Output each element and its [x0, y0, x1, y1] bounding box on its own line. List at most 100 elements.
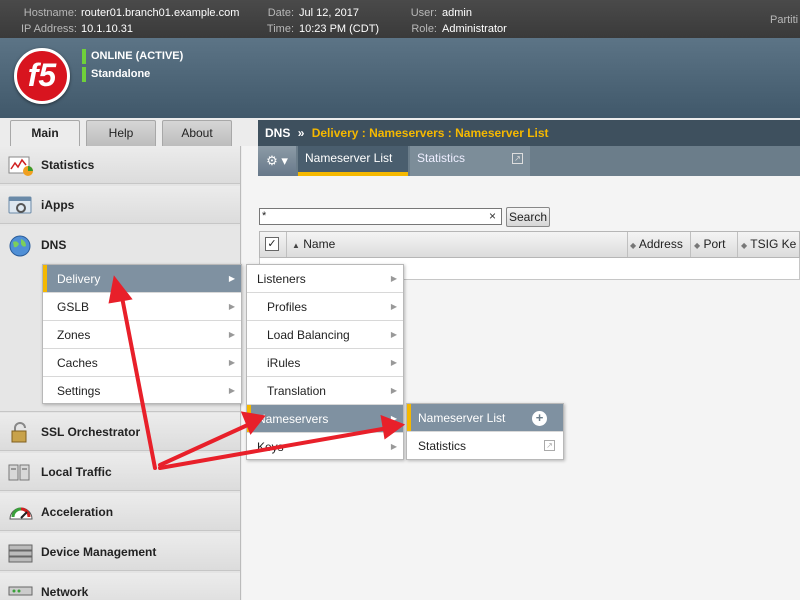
- column-address-label: Address: [638, 237, 683, 251]
- menu-item-label: Nameserver List: [418, 411, 506, 425]
- menu-item-label: Caches: [57, 356, 98, 370]
- sort-icon: ◆: [694, 241, 701, 250]
- select-all-cell: ✓: [260, 232, 287, 257]
- sync-status[interactable]: Standalone: [82, 67, 150, 82]
- time-label: Time:: [266, 23, 294, 35]
- sidebar-item-label: SSL Orchestrator: [41, 425, 141, 439]
- sidebar-item-label: iApps: [41, 198, 75, 212]
- tab-statistics[interactable]: Statistics ↗: [410, 146, 530, 176]
- chevron-right-icon: ▶: [228, 330, 235, 339]
- delivery-submenu: Listeners ▶ Profiles ▶ Load Balancing ▶ iRu…: [246, 264, 404, 460]
- menu-item-zones[interactable]: Zones ▶: [43, 321, 241, 349]
- sidebar-item-network[interactable]: Network: [0, 573, 240, 600]
- external-link-icon: ↗: [544, 440, 555, 451]
- menu-item-label: Translation: [267, 384, 326, 398]
- chevron-right-icon: ▶: [390, 302, 397, 311]
- menu-item-listeners[interactable]: Listeners ▶: [247, 265, 403, 293]
- sort-icon: ◆: [630, 241, 637, 250]
- menu-item-label: Listeners: [257, 272, 306, 286]
- device-icon: [8, 541, 33, 563]
- role-value: Administrator: [442, 23, 507, 35]
- menu-item-caches[interactable]: Caches ▶: [43, 349, 241, 377]
- tab-main[interactable]: Main: [10, 120, 80, 146]
- sidebar-item-label: Device Management: [41, 545, 157, 559]
- sidebar-item-label: Local Traffic: [41, 465, 112, 479]
- menu-item-profiles[interactable]: Profiles ▶: [247, 293, 403, 321]
- column-address[interactable]: ◆ Address: [628, 232, 691, 257]
- tab-about[interactable]: About: [162, 120, 232, 146]
- sidebar-item-device-management[interactable]: Device Management: [0, 533, 240, 571]
- sort-ascending-icon: ▲: [292, 241, 300, 250]
- chevron-right-icon: ▶: [390, 274, 397, 283]
- sidebar-item-local-traffic[interactable]: Local Traffic: [0, 453, 240, 491]
- menu-item-keys[interactable]: Keys ▶: [247, 433, 403, 461]
- chevron-right-icon: ▶: [228, 358, 235, 367]
- system-info-bar: Hostname: IP Address: router01.branch01.…: [0, 0, 800, 38]
- breadcrumb-path[interactable]: Delivery : Nameservers : Nameserver List: [312, 126, 549, 140]
- hostname-value: router01.branch01.example.com: [81, 7, 240, 19]
- network-icon: [8, 581, 33, 600]
- iapps-icon: [8, 194, 32, 216]
- table-header: ✓ ▲ Name ◆ Address ◆ Port ◆ TSIG Ke: [259, 231, 800, 258]
- search-button[interactable]: Search: [506, 207, 550, 227]
- tab-help[interactable]: Help: [86, 120, 156, 146]
- search-input[interactable]: *: [259, 208, 502, 225]
- user-value: admin: [442, 7, 472, 19]
- ip-label: IP Address:: [20, 23, 77, 35]
- role-label: Role:: [411, 23, 437, 35]
- gear-menu-button[interactable]: ⚙ ▾: [258, 146, 296, 176]
- column-name-label: Name: [303, 237, 336, 251]
- menu-item-label: Settings: [57, 384, 101, 398]
- sidebar-item-label: Network: [41, 585, 89, 599]
- tab-nameserver-list[interactable]: Nameserver List: [298, 146, 408, 176]
- sidebar-item-label: DNS: [41, 238, 67, 252]
- sidebar-item-iapps[interactable]: iApps: [0, 186, 240, 224]
- plus-circle-icon[interactable]: +: [532, 411, 547, 426]
- menu-item-label: Delivery: [57, 272, 101, 286]
- menu-item-nameservers[interactable]: Nameservers ▶: [247, 405, 403, 433]
- banner: f5 ONLINE (ACTIVE) Standalone: [0, 38, 800, 118]
- partition-label: Partiti: [770, 14, 799, 26]
- chevron-right-icon: ▶: [390, 386, 397, 395]
- menu-item-translation[interactable]: Translation ▶: [247, 377, 403, 405]
- globe-icon: [8, 234, 32, 257]
- time-value: 10:23 PM (CDT): [299, 23, 380, 35]
- breadcrumb-root[interactable]: DNS: [265, 126, 290, 140]
- column-tsig-key-label: TSIG Ke: [750, 237, 797, 251]
- sort-icon: ◆: [741, 241, 748, 250]
- menu-item-nameserver-statistics[interactable]: Statistics ↗: [407, 432, 563, 460]
- column-port-label: Port: [703, 237, 726, 251]
- menu-item-nameserver-list[interactable]: Nameserver List +: [407, 404, 563, 432]
- menu-item-label: Load Balancing: [267, 328, 350, 342]
- menu-item-gslb[interactable]: GSLB ▶: [43, 293, 241, 321]
- failover-status[interactable]: ONLINE (ACTIVE): [82, 49, 183, 64]
- breadcrumb-separator: »: [297, 126, 305, 140]
- chevron-right-icon: ▶: [228, 386, 235, 395]
- clear-search-icon[interactable]: ×: [489, 209, 496, 223]
- local-traffic-icon: [8, 461, 32, 483]
- menu-item-settings[interactable]: Settings ▶: [43, 377, 241, 405]
- menu-item-label: GSLB: [57, 300, 90, 314]
- sidebar-item-ssl-orchestrator[interactable]: SSL Orchestrator: [0, 413, 240, 451]
- date-value: Jul 12, 2017: [299, 7, 359, 19]
- sidebar-item-acceleration[interactable]: Acceleration: [0, 493, 240, 531]
- column-tsig-key[interactable]: ◆ TSIG Ke: [739, 232, 800, 257]
- menu-item-load-balancing[interactable]: Load Balancing ▶: [247, 321, 403, 349]
- menu-item-label: Zones: [57, 328, 91, 342]
- menu-item-delivery[interactable]: Delivery ▶: [43, 265, 241, 293]
- external-link-icon: ↗: [512, 153, 523, 164]
- sidebar-item-statistics[interactable]: Statistics: [0, 146, 240, 184]
- chevron-right-icon: ▶: [390, 330, 397, 339]
- select-all-checkbox[interactable]: ✓: [265, 237, 279, 251]
- f5-logo[interactable]: f5: [14, 48, 70, 104]
- dns-submenu: Delivery ▶ GSLB ▶ Zones ▶ Caches ▶ Settings ▶: [42, 264, 242, 404]
- chevron-right-icon: ▶: [390, 414, 397, 423]
- breadcrumb: DNS » Delivery : Nameservers : Nameserve…: [258, 120, 800, 146]
- user-label: User:: [410, 7, 437, 19]
- menu-item-label: Statistics: [418, 439, 467, 453]
- column-name[interactable]: ▲ Name: [288, 232, 628, 257]
- speedometer-icon: [8, 501, 33, 523]
- column-port[interactable]: ◆ Port: [692, 232, 738, 257]
- chevron-right-icon: ▶: [228, 302, 235, 311]
- menu-item-irules[interactable]: iRules ▶: [247, 349, 403, 377]
